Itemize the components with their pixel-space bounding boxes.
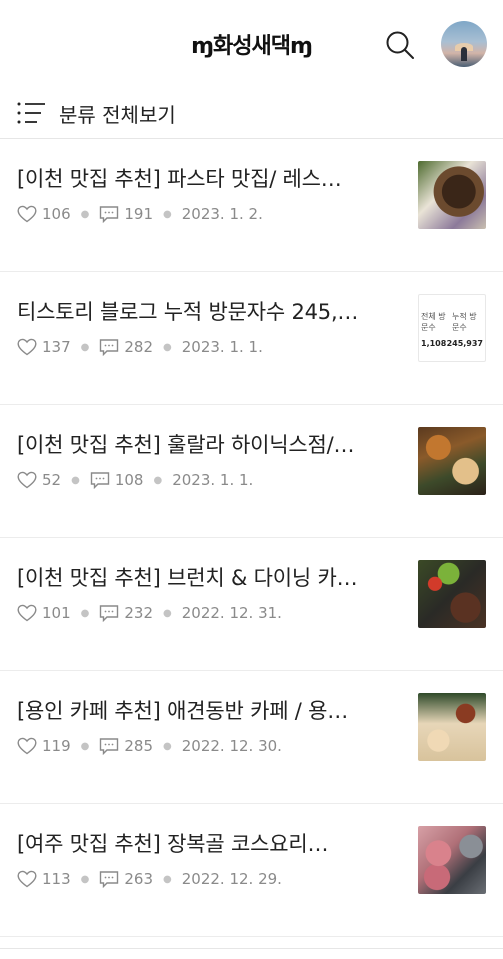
post-title[interactable]: [여주 맛집 추천] 장복골 코스요리… bbox=[17, 828, 397, 858]
post-title[interactable]: [이천 맛집 추천] 훌랄라 하이닉스점/… bbox=[17, 429, 397, 459]
heart-icon[interactable] bbox=[17, 604, 37, 622]
post-thumbnail[interactable] bbox=[418, 560, 486, 628]
comment-count: 108 bbox=[114, 471, 144, 489]
comment-icon[interactable] bbox=[99, 604, 119, 623]
bottom-divider bbox=[0, 948, 503, 949]
heart-icon[interactable] bbox=[17, 870, 37, 888]
meta-separator: ● bbox=[80, 873, 90, 885]
comment-icon[interactable] bbox=[90, 471, 110, 490]
comment-icon[interactable] bbox=[99, 737, 119, 756]
post-title[interactable]: [이천 맛집 추천] 브런치 & 다이닝 카… bbox=[17, 562, 397, 592]
meta-separator: ● bbox=[80, 208, 90, 220]
meta-separator: ● bbox=[80, 607, 90, 619]
post-meta: 137 ● 282 ● 2023. 1. 1. bbox=[17, 338, 263, 357]
post-item[interactable]: [이천 맛집 추천] 파스타 맛집/ 레스… 106 ● 191 ● 2023.… bbox=[0, 139, 503, 272]
post-title[interactable]: [용인 카페 추천] 애견동반 카페 / 용… bbox=[17, 695, 397, 725]
post-title[interactable]: 티스토리 블로그 누적 방문자수 245,… bbox=[17, 296, 397, 326]
post-thumbnail[interactable]: 전체 방문수 누적 방문수 1,108 245,937 bbox=[418, 294, 486, 362]
post-date: 2022. 12. 31. bbox=[181, 604, 282, 622]
meta-separator: ● bbox=[163, 607, 172, 619]
post-meta: 106 ● 191 ● 2023. 1. 2. bbox=[17, 205, 263, 224]
post-thumbnail[interactable] bbox=[418, 427, 486, 495]
thumb-stat-value: 245,937 bbox=[446, 339, 483, 348]
meta-separator: ● bbox=[163, 208, 172, 220]
post-list: [이천 맛집 추천] 파스타 맛집/ 레스… 106 ● 191 ● 2023.… bbox=[0, 139, 503, 937]
post-meta: 113 ● 263 ● 2022. 12. 29. bbox=[17, 870, 282, 889]
like-count: 113 bbox=[42, 870, 71, 888]
meta-separator: ● bbox=[153, 474, 163, 486]
post-meta: 119 ● 285 ● 2022. 12. 30. bbox=[17, 737, 282, 756]
like-count: 137 bbox=[42, 338, 71, 356]
meta-separator: ● bbox=[80, 740, 90, 752]
post-date: 2023. 1. 1. bbox=[181, 338, 263, 356]
like-count: 101 bbox=[42, 604, 71, 622]
meta-separator: ● bbox=[80, 341, 90, 353]
post-date: 2023. 1. 1. bbox=[172, 471, 254, 489]
category-bar[interactable]: 분류 전체보기 bbox=[0, 88, 503, 139]
like-count: 119 bbox=[42, 737, 71, 755]
meta-separator: ● bbox=[71, 474, 80, 486]
comment-icon[interactable] bbox=[99, 205, 119, 224]
meta-separator: ● bbox=[163, 740, 172, 752]
search-icon[interactable] bbox=[385, 30, 415, 60]
comment-count: 263 bbox=[124, 870, 154, 888]
category-label: 분류 전체보기 bbox=[59, 102, 176, 127]
thumb-stat-value: 1,108 bbox=[421, 339, 447, 348]
post-thumbnail[interactable] bbox=[418, 161, 486, 229]
comment-count: 282 bbox=[124, 338, 154, 356]
thumb-stat-label: 누적 방문수 bbox=[452, 312, 477, 332]
meta-separator: ● bbox=[163, 341, 172, 353]
profile-avatar[interactable] bbox=[441, 21, 487, 67]
comment-icon[interactable] bbox=[99, 338, 119, 357]
heart-icon[interactable] bbox=[17, 471, 37, 489]
heart-icon[interactable] bbox=[17, 338, 37, 356]
heart-icon[interactable] bbox=[17, 205, 37, 223]
comment-count: 285 bbox=[124, 737, 154, 755]
post-meta: 101 ● 232 ● 2022. 12. 31. bbox=[17, 604, 282, 623]
post-title[interactable]: [이천 맛집 추천] 파스타 맛집/ 레스… bbox=[17, 163, 397, 193]
post-date: 2023. 1. 2. bbox=[181, 205, 263, 223]
post-date: 2022. 12. 29. bbox=[181, 870, 282, 888]
heart-icon[interactable] bbox=[17, 737, 37, 755]
post-thumbnail[interactable] bbox=[418, 693, 486, 761]
like-count: 52 bbox=[42, 471, 62, 489]
avatar-figure bbox=[461, 47, 467, 61]
comment-icon[interactable] bbox=[99, 870, 119, 889]
thumbnail-stats: 전체 방문수 누적 방문수 1,108 245,937 bbox=[419, 311, 485, 348]
post-item[interactable]: 티스토리 블로그 누적 방문자수 245,… 137 ● 282 ● 2023.… bbox=[0, 272, 503, 405]
comment-count: 191 bbox=[124, 205, 154, 223]
thumb-stat-label: 전체 방문수 bbox=[421, 312, 446, 332]
post-item[interactable]: [여주 맛집 추천] 장복골 코스요리… 113 ● 263 ● 2022. 1… bbox=[0, 804, 503, 937]
post-item[interactable]: [이천 맛집 추천] 브런치 & 다이닝 카… 101 ● 232 ● 2022… bbox=[0, 538, 503, 671]
post-meta: 52 ● 108 ● 2023. 1. 1. bbox=[17, 471, 254, 490]
comment-count: 232 bbox=[124, 604, 154, 622]
blog-title[interactable]: ɱ화성새댁ɱ bbox=[191, 28, 313, 60]
post-thumbnail[interactable] bbox=[418, 826, 486, 894]
post-date: 2022. 12. 30. bbox=[181, 737, 282, 755]
like-count: 106 bbox=[42, 205, 71, 223]
list-menu-icon bbox=[17, 102, 45, 124]
post-item[interactable]: [이천 맛집 추천] 훌랄라 하이닉스점/… 52 ● 108 ● 2023. … bbox=[0, 405, 503, 538]
blog-header: ɱ화성새댁ɱ bbox=[0, 0, 503, 88]
meta-separator: ● bbox=[163, 873, 172, 885]
post-item[interactable]: [용인 카페 추천] 애견동반 카페 / 용… 119 ● 285 ● 2022… bbox=[0, 671, 503, 804]
